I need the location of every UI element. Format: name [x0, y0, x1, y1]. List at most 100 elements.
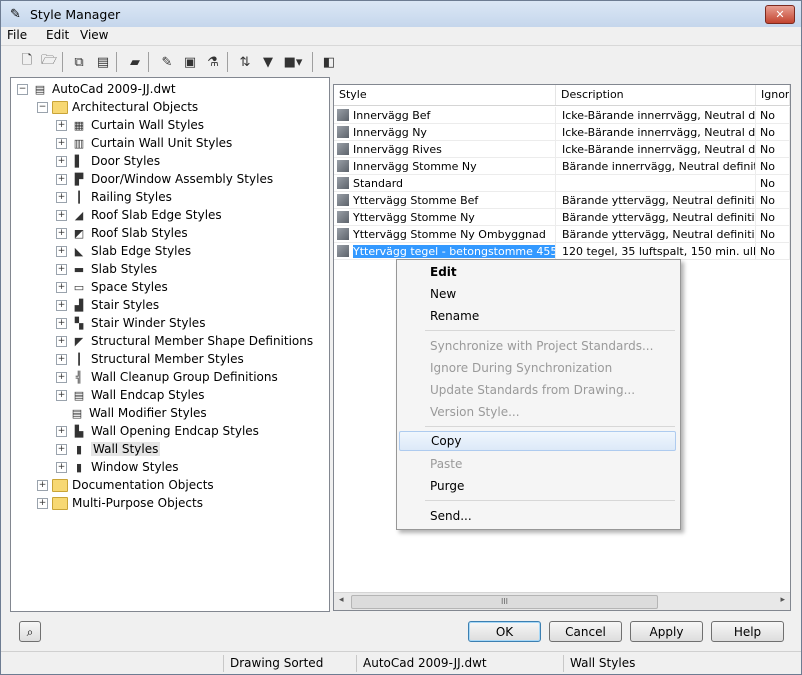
expand-icon[interactable]: +: [56, 137, 67, 149]
expand-icon[interactable]: +: [56, 227, 67, 239]
menu-item-copy[interactable]: Copy: [399, 431, 676, 451]
scroll-right-icon[interactable]: ▸: [780, 595, 785, 605]
tree-item-window-styles[interactable]: + ▮ Window Styles: [56, 458, 179, 476]
menu-item-update-standards[interactable]: Update Standards from Drawing...: [399, 380, 676, 400]
menu-item-send[interactable]: Send...: [399, 506, 676, 526]
list-row[interactable]: Innervägg Stomme Ny Bärande innerrvägg, …: [334, 158, 790, 175]
tree-item-roof-slab-edge-styles[interactable]: + ◢ Roof Slab Edge Styles: [56, 206, 222, 224]
tree-item-door-window-assembly-styles[interactable]: + ▛ Door/Window Assembly Styles: [56, 170, 273, 188]
expand-icon[interactable]: +: [56, 443, 67, 455]
expand-icon[interactable]: +: [56, 173, 67, 185]
tree-item-slab-edge-styles[interactable]: + ◣ Slab Edge Styles: [56, 242, 191, 260]
column-header-style[interactable]: Style: [334, 85, 556, 105]
column-header-ignore[interactable]: Ignor: [756, 85, 790, 105]
menu-item-paste[interactable]: Paste: [399, 454, 676, 474]
wall-icon: ▮: [75, 442, 83, 456]
menu-item-version-style[interactable]: Version Style...: [399, 402, 676, 422]
expand-icon[interactable]: +: [37, 497, 48, 509]
copy-icon[interactable]: ⧉: [70, 53, 88, 71]
list-row[interactable]: Yttervägg Stomme Bef Bärande yttervägg, …: [334, 192, 790, 209]
tree-root[interactable]: − ▤ AutoCad 2009-JJ.dwt: [17, 80, 176, 98]
menu-edit[interactable]: Edit: [46, 28, 69, 42]
tree-item-stair-styles[interactable]: + ▟ Stair Styles: [56, 296, 159, 314]
list-row[interactable]: Innervägg Bef Icke-Bärande innerrvägg, N…: [334, 107, 790, 124]
tree-item-curtain-wall-unit-styles[interactable]: + ▥ Curtain Wall Unit Styles: [56, 134, 232, 152]
view-mode-dropdown-icon[interactable]: ■▾: [281, 53, 305, 71]
column-header-description[interactable]: Description: [556, 85, 756, 105]
sort-icon[interactable]: ⇅: [236, 53, 254, 71]
expand-icon[interactable]: +: [56, 371, 67, 383]
door-window-assembly-icon: ▛: [74, 172, 84, 186]
help-button[interactable]: Help: [711, 621, 784, 642]
copy-style-icon[interactable]: ▣: [181, 53, 199, 71]
expand-icon[interactable]: +: [37, 479, 48, 491]
tree-item-wall-opening-endcap-styles[interactable]: + ▙ Wall Opening Endcap Styles: [56, 422, 259, 440]
expand-icon[interactable]: +: [56, 299, 67, 311]
scroll-thumb[interactable]: III: [351, 595, 658, 609]
tree-item-railing-styles[interactable]: + ┃ Railing Styles: [56, 188, 172, 206]
close-button[interactable]: ✕: [765, 5, 795, 24]
tree-item-roof-slab-styles[interactable]: + ◩ Roof Slab Styles: [56, 224, 188, 242]
tree-multi-purpose-objects[interactable]: + Multi-Purpose Objects: [37, 494, 203, 512]
expand-icon[interactable]: +: [56, 263, 67, 275]
new-drawing-icon[interactable]: 🗋: [18, 53, 36, 71]
collapse-icon[interactable]: −: [17, 83, 28, 95]
apply-button[interactable]: Apply: [630, 621, 703, 642]
tree-item-wall-cleanup-group-definitions[interactable]: + ╣ Wall Cleanup Group Definitions: [56, 368, 278, 386]
horizontal-scrollbar[interactable]: ◂ III ▸: [334, 592, 790, 610]
expand-icon[interactable]: +: [56, 353, 67, 365]
new-style-icon[interactable]: ▰: [126, 53, 144, 71]
tree-item-wall-endcap-styles[interactable]: + ▤ Wall Endcap Styles: [56, 386, 205, 404]
expand-icon[interactable]: +: [56, 335, 67, 347]
expand-icon[interactable]: +: [56, 245, 67, 257]
tree-item-wall-styles[interactable]: + ▮ Wall Styles: [56, 440, 161, 458]
expand-icon[interactable]: +: [56, 317, 67, 329]
paste-icon[interactable]: ▤: [94, 53, 112, 71]
menu-item-ignore-sync[interactable]: Ignore During Synchronization: [399, 358, 676, 378]
door-icon: ▌: [74, 154, 84, 168]
expand-icon[interactable]: +: [56, 389, 67, 401]
expand-icon[interactable]: +: [56, 119, 67, 131]
scroll-left-icon[interactable]: ◂: [339, 595, 344, 605]
open-drawing-icon[interactable]: 🗁: [40, 53, 58, 71]
tree-item-wall-modifier-styles[interactable]: ▤ Wall Modifier Styles: [69, 404, 207, 422]
toggle-view-icon[interactable]: ◧: [320, 53, 338, 71]
tree-item-structural-member-shape-definitions[interactable]: + ◤ Structural Member Shape Definitions: [56, 332, 313, 350]
purge-icon[interactable]: ⚗: [204, 53, 222, 71]
expand-icon[interactable]: +: [56, 209, 67, 221]
menu-item-purge[interactable]: Purge: [399, 476, 676, 496]
slab-icon: ▬: [73, 262, 85, 276]
style-tree: − ▤ AutoCad 2009-JJ.dwt − Architectural …: [10, 77, 330, 612]
cancel-button[interactable]: Cancel: [549, 621, 622, 642]
binoculars-icon[interactable]: ⌕: [19, 621, 41, 642]
list-row[interactable]: Yttervägg Stomme Ny Bärande yttervägg, N…: [334, 209, 790, 226]
expand-icon[interactable]: +: [56, 155, 67, 167]
menu-view[interactable]: View: [80, 28, 108, 42]
filter-icon[interactable]: ▼: [259, 53, 277, 71]
tree-item-stair-winder-styles[interactable]: + ▚ Stair Winder Styles: [56, 314, 205, 332]
tree-item-space-styles[interactable]: + ▭ Space Styles: [56, 278, 168, 296]
list-row[interactable]: Standard No: [334, 175, 790, 192]
list-row-selected[interactable]: Yttervägg tegel - betongstomme 455 120 t…: [334, 243, 790, 260]
list-row[interactable]: Yttervägg Stomme Ny Ombyggnad Bärande yt…: [334, 226, 790, 243]
tree-item-curtain-wall-styles[interactable]: + ▦ Curtain Wall Styles: [56, 116, 204, 134]
menu-item-new[interactable]: New: [399, 284, 676, 304]
tree-architectural-objects[interactable]: − Architectural Objects: [37, 98, 198, 116]
expand-icon[interactable]: +: [56, 281, 67, 293]
menu-file[interactable]: File: [7, 28, 27, 42]
ok-button[interactable]: OK: [468, 621, 541, 642]
tree-item-structural-member-styles[interactable]: + ┃ Structural Member Styles: [56, 350, 244, 368]
tree-item-slab-styles[interactable]: + ▬ Slab Styles: [56, 260, 157, 278]
collapse-icon[interactable]: −: [37, 101, 48, 113]
expand-icon[interactable]: +: [56, 191, 67, 203]
expand-icon[interactable]: +: [56, 425, 67, 437]
tree-documentation-objects[interactable]: + Documentation Objects: [37, 476, 214, 494]
list-row[interactable]: Innervägg Rives Icke-Bärande innerrvägg,…: [334, 141, 790, 158]
menu-item-edit[interactable]: Edit: [399, 262, 676, 282]
list-row[interactable]: Innervägg Ny Icke-Bärande innerrvägg, Ne…: [334, 124, 790, 141]
expand-icon[interactable]: +: [56, 461, 67, 473]
menu-item-rename[interactable]: Rename: [399, 306, 676, 326]
menu-item-synchronize[interactable]: Synchronize with Project Standards...: [399, 336, 676, 356]
tree-item-door-styles[interactable]: + ▌ Door Styles: [56, 152, 160, 170]
edit-style-icon[interactable]: ✎: [158, 53, 176, 71]
